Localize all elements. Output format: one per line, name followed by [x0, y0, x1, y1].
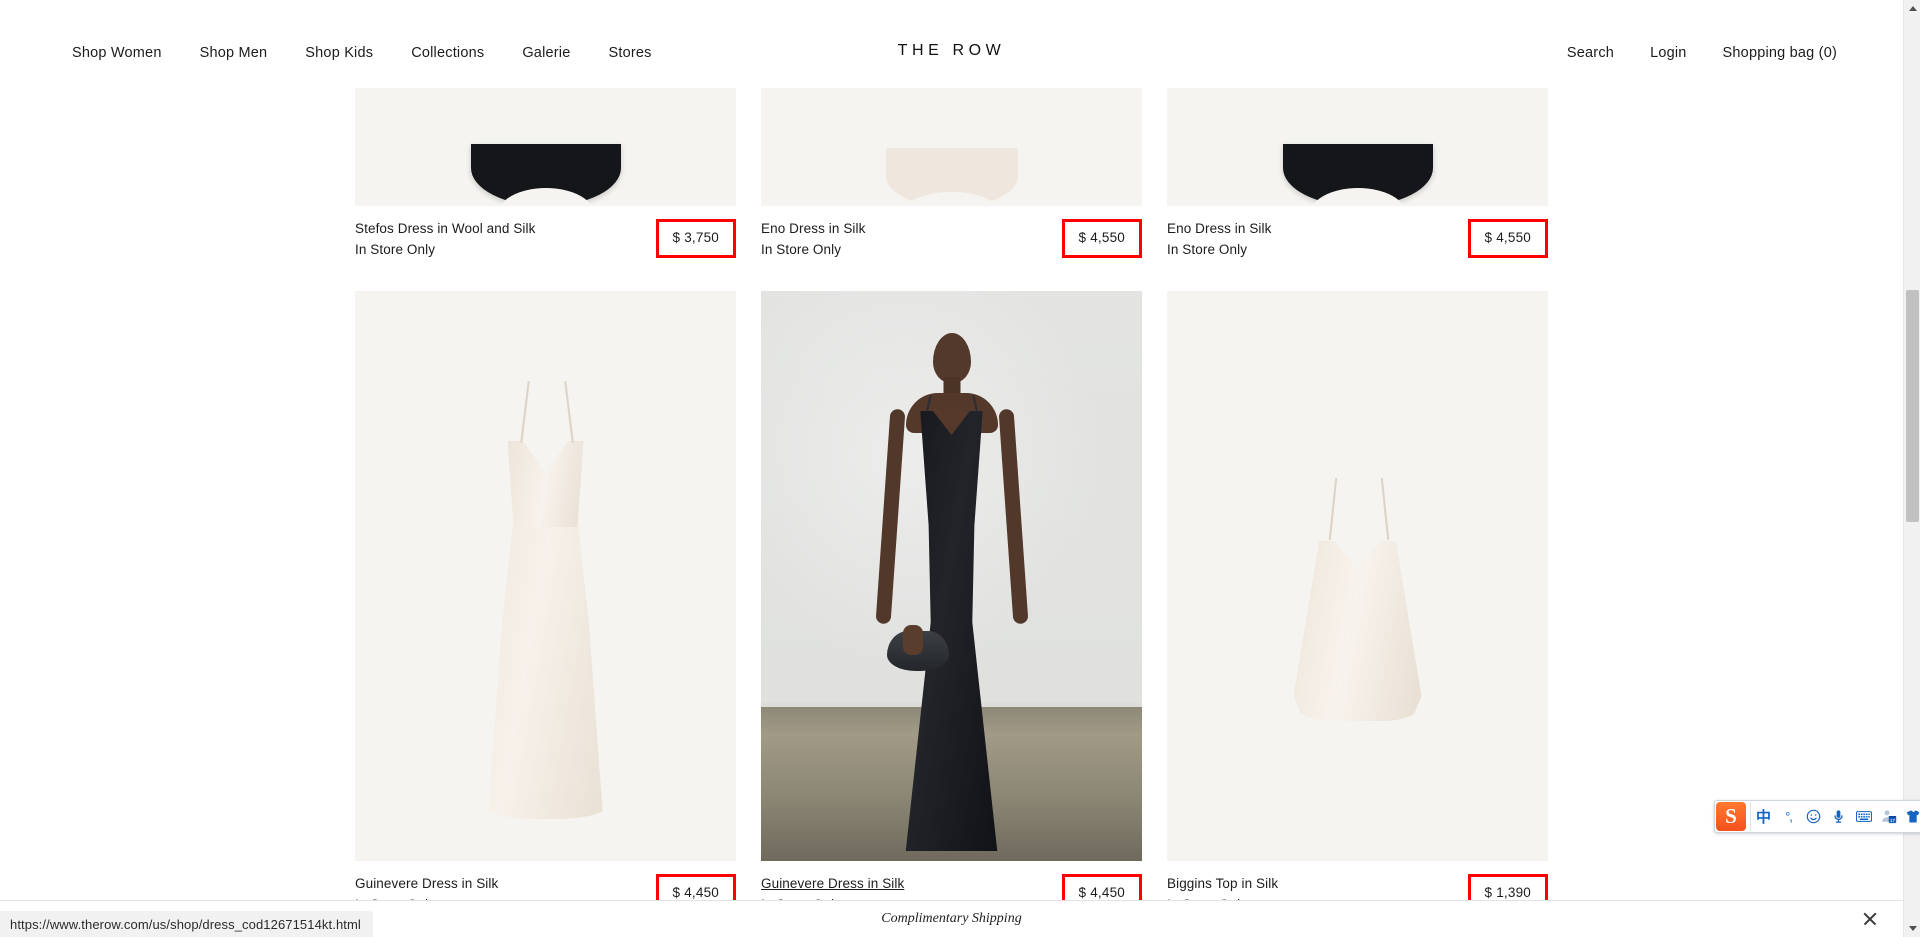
product-image[interactable]: [1167, 291, 1548, 861]
product-price: $ 3,750: [672, 230, 719, 245]
chevron-up-icon[interactable]: [1904, 0, 1920, 17]
product-row-2: Guinevere Dress in Silk In Store Only $ …: [0, 291, 1903, 915]
skin-shirt-icon[interactable]: [1901, 802, 1920, 831]
product-row-1: Stefos Dress in Wool and Silk In Store O…: [0, 88, 1903, 260]
garment-artwork: [470, 144, 621, 206]
nav-link-shop-women[interactable]: Shop Women: [72, 44, 162, 62]
product-availability: In Store Only: [355, 242, 436, 257]
product-title[interactable]: Eno Dress in Silk: [761, 219, 866, 239]
garment-artwork: [885, 148, 1018, 206]
punctuation-mode-icon[interactable]: °,: [1776, 802, 1801, 831]
sogou-logo-icon[interactable]: S: [1716, 802, 1746, 831]
product-title[interactable]: Stefos Dress in Wool and Silk: [355, 219, 535, 239]
nav-link-galerie[interactable]: Galerie: [522, 44, 570, 62]
user-calendar-icon[interactable]: 17: [1876, 802, 1901, 831]
chevron-down-icon[interactable]: [1904, 920, 1920, 937]
product-grid: Stefos Dress in Wool and Silk In Store O…: [0, 88, 1903, 915]
close-icon[interactable]: [1861, 910, 1879, 928]
price-annotation-box: $ 3,750: [655, 219, 736, 258]
shopping-bag-link[interactable]: Shopping bag (0): [1723, 44, 1837, 62]
model-photo: [761, 291, 1142, 861]
product-text-block: Stefos Dress in Wool and Silk In Store O…: [355, 219, 535, 260]
product-card[interactable]: Guinevere Dress in Silk In Store Only $ …: [761, 291, 1142, 915]
product-price: $ 4,550: [1078, 230, 1125, 245]
utility-navigation: Search Login Shopping bag (0): [1567, 44, 1837, 62]
nav-link-shop-kids[interactable]: Shop Kids: [305, 44, 373, 62]
product-price: $ 1,390: [1484, 885, 1531, 900]
primary-navigation: Shop Women Shop Men Shop Kids Collection…: [72, 44, 652, 62]
product-text-block: Eno Dress in Silk In Store Only: [761, 219, 866, 260]
product-info: Eno Dress in Silk In Store Only $ 4,550: [761, 206, 1142, 260]
nav-link-collections[interactable]: Collections: [411, 44, 484, 62]
soft-keyboard-icon[interactable]: [1851, 802, 1876, 831]
product-availability: In Store Only: [761, 242, 842, 257]
product-price: $ 4,450: [672, 885, 719, 900]
product-card[interactable]: Eno Dress in Silk In Store Only $ 4,550: [1167, 88, 1548, 260]
product-price: $ 4,450: [1078, 885, 1125, 900]
product-image[interactable]: [1167, 88, 1548, 206]
product-image[interactable]: [355, 88, 736, 206]
emoji-icon[interactable]: [1801, 802, 1826, 831]
chinese-mode-icon[interactable]: 中: [1751, 802, 1776, 831]
product-card[interactable]: Guinevere Dress in Silk In Store Only $ …: [355, 291, 736, 915]
product-info: Eno Dress in Silk In Store Only $ 4,550: [1167, 206, 1548, 260]
price-annotation-box: $ 4,550: [1061, 219, 1142, 258]
voice-input-icon[interactable]: [1826, 802, 1851, 831]
product-image[interactable]: [355, 291, 736, 861]
nav-link-shop-men[interactable]: Shop Men: [200, 44, 268, 62]
garment-artwork: [482, 379, 610, 819]
site-header: Shop Women Shop Men Shop Kids Collection…: [0, 0, 1903, 88]
garment-artwork: [1282, 144, 1433, 206]
product-title[interactable]: Guinevere Dress in Silk: [761, 874, 904, 894]
product-title[interactable]: Biggins Top in Silk: [1167, 874, 1278, 894]
login-link[interactable]: Login: [1650, 44, 1686, 62]
product-info: Stefos Dress in Wool and Silk In Store O…: [355, 206, 736, 260]
scrollbar-thumb[interactable]: [1906, 290, 1919, 522]
price-annotation-box: $ 4,550: [1467, 219, 1548, 258]
svg-text:17: 17: [1890, 818, 1895, 823]
product-card[interactable]: Stefos Dress in Wool and Silk In Store O…: [355, 88, 736, 260]
product-availability: In Store Only: [1167, 242, 1248, 257]
sogou-ime-toolbar[interactable]: S 中 °, 17: [1714, 800, 1920, 833]
promo-message: Complimentary Shipping: [881, 911, 1022, 926]
brand-logo[interactable]: THE ROW: [898, 42, 1006, 60]
vertical-scrollbar[interactable]: [1903, 0, 1920, 937]
product-image[interactable]: [761, 291, 1142, 861]
garment-artwork: [1293, 476, 1422, 721]
product-text-block: Eno Dress in Silk In Store Only: [1167, 219, 1272, 260]
product-price: $ 4,550: [1484, 230, 1531, 245]
product-card[interactable]: Eno Dress in Silk In Store Only $ 4,550: [761, 88, 1142, 260]
product-title[interactable]: Guinevere Dress in Silk: [355, 874, 498, 894]
search-link[interactable]: Search: [1567, 44, 1614, 62]
product-image[interactable]: [761, 88, 1142, 206]
sogou-logo-glyph: S: [1725, 804, 1737, 828]
product-title[interactable]: Eno Dress in Silk: [1167, 219, 1272, 239]
status-bar-url: https://www.therow.com/us/shop/dress_cod…: [0, 911, 373, 937]
page-viewport: Shop Women Shop Men Shop Kids Collection…: [0, 0, 1903, 937]
nav-link-stores[interactable]: Stores: [608, 44, 651, 62]
product-card[interactable]: Biggins Top in Silk In Store Only $ 1,39…: [1167, 291, 1548, 915]
model-figure: [857, 333, 1047, 853]
